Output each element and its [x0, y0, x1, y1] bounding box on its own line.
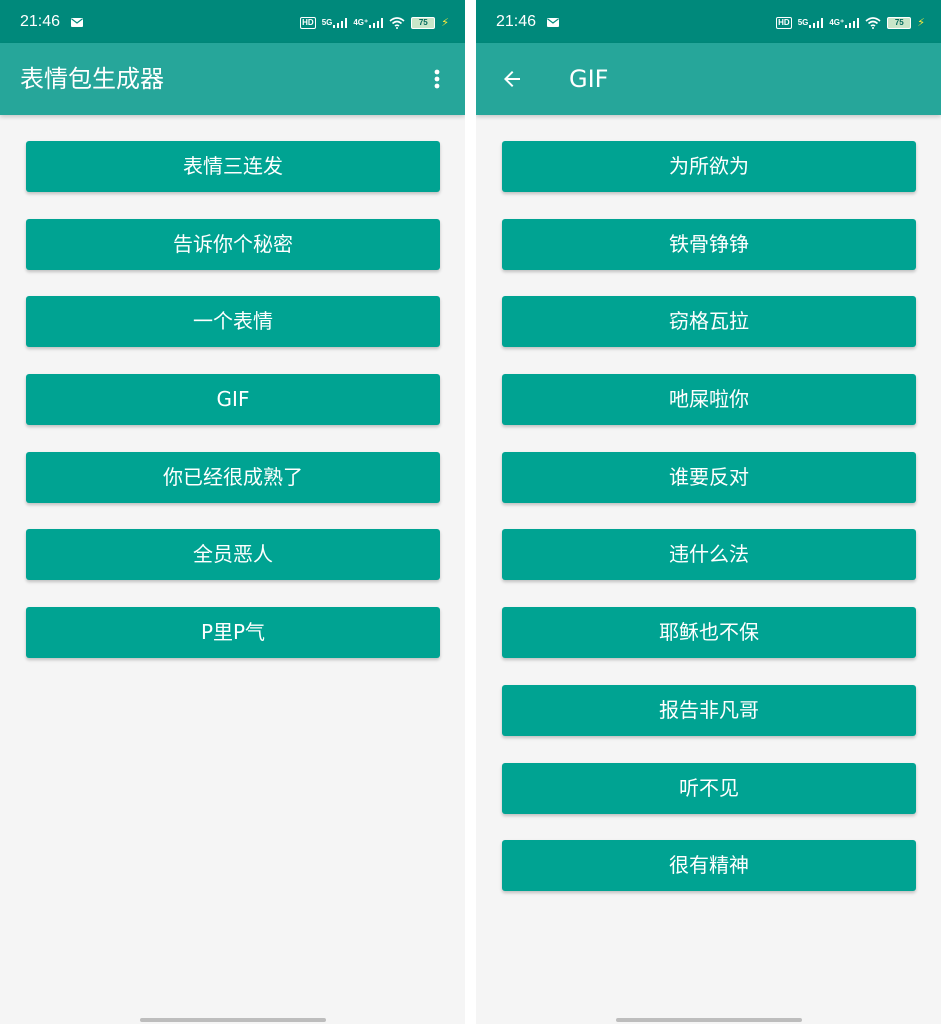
net-5g-label: 5G	[321, 18, 333, 27]
page-title: 表情包生成器	[20, 65, 164, 93]
page-title: GIF	[569, 65, 609, 93]
signal-icon	[845, 18, 860, 28]
wifi-icon	[865, 17, 881, 29]
charging-icon: ⚡	[917, 16, 925, 29]
signal-4g: 4G⁺	[353, 18, 384, 28]
button-tell-secret[interactable]: 告诉你个秘密	[26, 218, 440, 270]
wifi-icon	[389, 17, 405, 29]
home-indicator[interactable]	[139, 1018, 326, 1022]
button-gif-item[interactable]: 窃格瓦拉	[502, 296, 916, 348]
button-gif-item[interactable]: 很有精神	[502, 840, 916, 892]
button-gif-item[interactable]: 听不见	[502, 762, 916, 814]
app-bar: GIF	[476, 43, 941, 115]
hd-badge: HD	[776, 17, 792, 29]
button-gif-item[interactable]: 谁要反对	[502, 451, 916, 503]
button-gif[interactable]: GIF	[26, 374, 440, 426]
charging-icon: ⚡	[441, 16, 449, 29]
net-4g-label: 4G⁺	[829, 18, 845, 27]
button-gif-item[interactable]: 铁骨铮铮	[502, 218, 916, 270]
main-button-list: 表情三连发 告诉你个秘密 一个表情 GIF 你已经很成熟了 全员恶人 P里P气	[26, 141, 440, 685]
main-screen: 21:46 HD 5G 4G⁺ 75 ⚡ 表情包生成器 表情三连发 告诉你个秘密…	[0, 0, 465, 1024]
status-bar: 21:46 HD 5G 4G⁺ 75 ⚡	[0, 0, 465, 43]
button-gif-item[interactable]: 吔屎啦你	[502, 374, 916, 426]
status-time: 21:46	[20, 13, 61, 30]
button-very-mature[interactable]: 你已经很成熟了	[26, 451, 440, 503]
button-triple-emoji[interactable]: 表情三连发	[26, 141, 440, 192]
mail-icon	[547, 18, 559, 27]
mail-icon	[71, 18, 83, 27]
button-gif-item[interactable]: 违什么法	[502, 529, 916, 581]
home-indicator[interactable]	[615, 1018, 802, 1022]
gif-screen: 21:46 HD 5G 4G⁺ 75 ⚡ GIF 为所欲为 铁骨铮铮 窃格瓦拉 …	[476, 0, 941, 1024]
button-p-li-p-qi[interactable]: P里P气	[26, 607, 440, 659]
status-bar: 21:46 HD 5G 4G⁺ 75 ⚡	[476, 0, 941, 43]
net-5g-label: 5G	[797, 18, 809, 27]
button-all-villains[interactable]: 全员恶人	[26, 529, 440, 581]
battery-icon: 75	[887, 17, 912, 29]
status-time: 21:46	[496, 13, 537, 30]
net-4g-label: 4G⁺	[353, 18, 369, 27]
signal-4g: 4G⁺	[829, 18, 860, 28]
button-single-emoji[interactable]: 一个表情	[26, 296, 440, 348]
signal-icon	[369, 18, 384, 28]
gif-button-list: 为所欲为 铁骨铮铮 窃格瓦拉 吔屎啦你 谁要反对 违什么法 耶稣也不保 报告非凡…	[502, 141, 916, 918]
battery-icon: 75	[411, 17, 436, 29]
status-icons: HD 5G 4G⁺ 75 ⚡	[776, 15, 925, 31]
button-gif-item[interactable]: 耶稣也不保	[502, 607, 916, 659]
signal-icon	[809, 18, 824, 28]
screenshot-stage: 21:46 HD 5G 4G⁺ 75 ⚡ 表情包生成器 表情三连发 告诉你个秘密…	[0, 0, 941, 1024]
button-gif-item[interactable]: 报告非凡哥	[502, 684, 916, 736]
status-icons: HD 5G 4G⁺ 75 ⚡	[300, 15, 449, 31]
signal-5g: 5G	[322, 18, 348, 28]
more-vertical-icon[interactable]	[431, 67, 443, 91]
hd-badge: HD	[300, 17, 316, 29]
signal-icon	[333, 18, 348, 28]
arrow-back-icon[interactable]	[500, 67, 524, 91]
button-gif-item[interactable]: 为所欲为	[502, 141, 916, 192]
signal-5g: 5G	[798, 18, 824, 28]
app-bar: 表情包生成器	[0, 43, 465, 115]
